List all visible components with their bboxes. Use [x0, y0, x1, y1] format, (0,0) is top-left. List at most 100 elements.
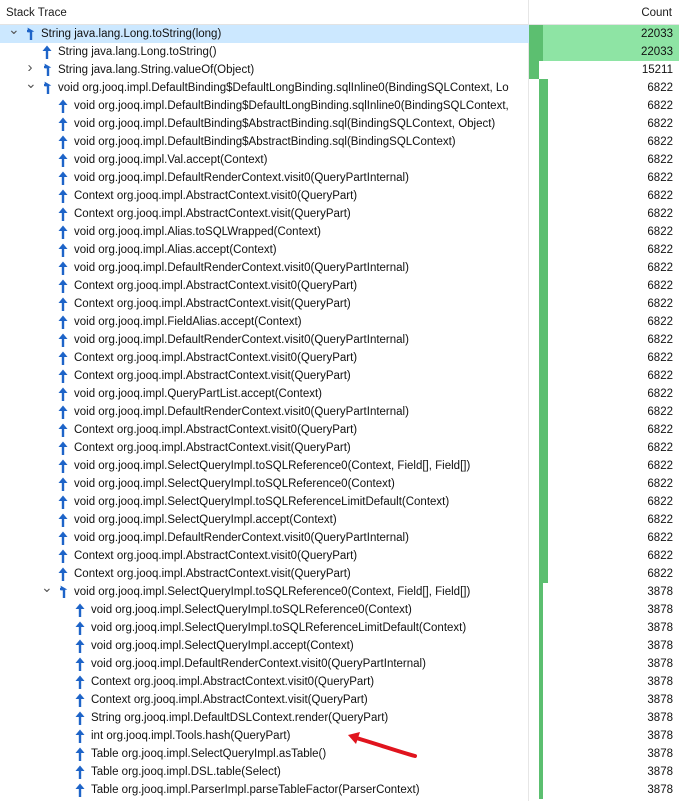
tree-row[interactable]: void org.jooq.impl.SelectQueryImpl.accep… [0, 511, 679, 529]
count-bar-dark [539, 655, 543, 673]
method-signature: void org.jooq.impl.DefaultRenderContext.… [74, 334, 409, 346]
tree-row[interactable]: Context org.jooq.impl.AbstractContext.vi… [0, 421, 679, 439]
tree-row[interactable]: void org.jooq.impl.Alias.accept(Context)… [0, 241, 679, 259]
count-bar-dark [539, 367, 548, 385]
count-bar-dark [539, 241, 548, 259]
tree-row[interactable]: void org.jooq.impl.SelectQueryImpl.toSQL… [0, 619, 679, 637]
tree-row[interactable]: Table org.jooq.impl.ParserImpl.parseTabl… [0, 781, 679, 799]
stack-frame-cell: void org.jooq.impl.SelectQueryImpl.toSQL… [0, 601, 528, 619]
tree-row[interactable]: › String java.lang.String.valueOf(Object)… [0, 61, 679, 79]
count-cell: 6822 [529, 547, 679, 565]
tree-row[interactable]: ⌄ void org.jooq.impl.SelectQueryImpl.toSQ… [0, 583, 679, 601]
tree-row[interactable]: Context org.jooq.impl.AbstractContext.vi… [0, 187, 679, 205]
tree-row[interactable]: Context org.jooq.impl.AbstractContext.vi… [0, 277, 679, 295]
stack-frame-cell: void org.jooq.impl.Val.accept(Context) [0, 151, 528, 169]
count-cell: 6822 [529, 97, 679, 115]
tree-row[interactable]: ⌄ void org.jooq.impl.DefaultBinding$Defau… [0, 79, 679, 97]
tree-row[interactable]: void org.jooq.impl.SelectQueryImpl.toSQL… [0, 457, 679, 475]
method-signature: int org.jooq.impl.Tools.hash(QueryPart) [91, 730, 291, 742]
tree-row[interactable]: void org.jooq.impl.QueryPartList.accept(… [0, 385, 679, 403]
chevron-down-icon[interactable]: ⌄ [25, 79, 37, 90]
chevron-down-icon[interactable]: ⌄ [41, 583, 53, 594]
method-signature: void org.jooq.impl.QueryPartList.accept(… [74, 388, 322, 400]
count-value: 6822 [647, 298, 673, 310]
method-signature: void org.jooq.impl.SelectQueryImpl.toSQL… [74, 478, 395, 490]
count-cell: 6822 [529, 421, 679, 439]
count-value: 3878 [647, 784, 673, 796]
count-cell: 3878 [529, 601, 679, 619]
method-signature: void org.jooq.impl.DefaultBinding$Abstra… [74, 136, 456, 148]
tree-row[interactable]: void org.jooq.impl.FieldAlias.accept(Con… [0, 313, 679, 331]
count-value: 6822 [647, 460, 673, 472]
tree-row[interactable]: Context org.jooq.impl.AbstractContext.vi… [0, 295, 679, 313]
tree-row[interactable]: ⌄ String java.lang.Long.toString(long) 220… [0, 25, 679, 43]
tree-row[interactable]: void org.jooq.impl.DefaultRenderContext.… [0, 529, 679, 547]
method-signature: Table org.jooq.impl.ParserImpl.parseTabl… [91, 784, 420, 796]
stack-frame-cell: Table org.jooq.impl.SelectQueryImpl.asTa… [0, 745, 528, 763]
method-signature: void org.jooq.impl.FieldAlias.accept(Con… [74, 316, 302, 328]
count-value: 6822 [647, 190, 673, 202]
tree-row[interactable]: String java.lang.Long.toString() 22033 [0, 43, 679, 61]
tree-row[interactable]: Context org.jooq.impl.AbstractContext.vi… [0, 367, 679, 385]
tree-row[interactable]: void org.jooq.impl.DefaultRenderContext.… [0, 331, 679, 349]
count-cell: 6822 [529, 367, 679, 385]
tree-row[interactable]: Context org.jooq.impl.AbstractContext.vi… [0, 439, 679, 457]
tree-row[interactable]: Table org.jooq.impl.DSL.table(Select) 387… [0, 763, 679, 781]
tree-row[interactable]: void org.jooq.impl.SelectQueryImpl.toSQL… [0, 493, 679, 511]
method-signature: Context org.jooq.impl.AbstractContext.vi… [74, 370, 351, 382]
stack-frame-cell: void org.jooq.impl.DefaultRenderContext.… [0, 169, 528, 187]
tree-row[interactable]: Context org.jooq.impl.AbstractContext.vi… [0, 565, 679, 583]
count-column-header[interactable]: Count [641, 0, 672, 24]
count-value: 3878 [647, 730, 673, 742]
method-signature: void org.jooq.impl.DefaultRenderContext.… [74, 172, 409, 184]
count-value: 3878 [647, 748, 673, 760]
tree-row[interactable]: int org.jooq.impl.Tools.hash(QueryPart) 3… [0, 727, 679, 745]
stack-frame-cell: void org.jooq.impl.Alias.toSQLWrapped(Co… [0, 223, 528, 241]
tree-row[interactable]: Table org.jooq.impl.SelectQueryImpl.asTa… [0, 745, 679, 763]
tree-row[interactable]: Context org.jooq.impl.AbstractContext.vi… [0, 547, 679, 565]
tree-row[interactable]: void org.jooq.impl.Alias.toSQLWrapped(Co… [0, 223, 679, 241]
count-value: 6822 [647, 118, 673, 130]
count-cell: 6822 [529, 79, 679, 97]
tree-row[interactable]: void org.jooq.impl.SelectQueryImpl.toSQL… [0, 601, 679, 619]
tree-row[interactable]: void org.jooq.impl.SelectQueryImpl.toSQL… [0, 475, 679, 493]
stack-trace-column-header[interactable]: Stack Trace [6, 0, 67, 24]
count-bar-dark [529, 61, 539, 79]
tree-row[interactable]: void org.jooq.impl.DefaultBinding$Defaul… [0, 97, 679, 115]
tree-row[interactable]: Context org.jooq.impl.AbstractContext.vi… [0, 205, 679, 223]
tree-row[interactable]: void org.jooq.impl.DefaultRenderContext.… [0, 259, 679, 277]
count-bar-dark [539, 511, 548, 529]
arrow-up-icon [75, 639, 85, 653]
chevron-down-icon[interactable]: ⌄ [8, 25, 20, 36]
tree-row[interactable]: Context org.jooq.impl.AbstractContext.vi… [0, 349, 679, 367]
tree-row[interactable]: Context org.jooq.impl.AbstractContext.vi… [0, 673, 679, 691]
tree-row[interactable]: void org.jooq.impl.DefaultRenderContext.… [0, 169, 679, 187]
arrow-up-icon [75, 711, 85, 725]
count-value: 6822 [647, 388, 673, 400]
tree-row[interactable]: void org.jooq.impl.SelectQueryImpl.accep… [0, 637, 679, 655]
method-signature: Context org.jooq.impl.AbstractContext.vi… [74, 568, 351, 580]
tree-row[interactable]: void org.jooq.impl.DefaultRenderContext.… [0, 655, 679, 673]
tree-row[interactable]: void org.jooq.impl.Val.accept(Context) 68… [0, 151, 679, 169]
tree-row[interactable]: String org.jooq.impl.DefaultDSLContext.r… [0, 709, 679, 727]
stack-frame-cell: Context org.jooq.impl.AbstractContext.vi… [0, 277, 528, 295]
stack-frame-cell: Table org.jooq.impl.DSL.table(Select) [0, 763, 528, 781]
tree-row[interactable]: void org.jooq.impl.DefaultRenderContext.… [0, 403, 679, 421]
chevron-right-icon[interactable]: › [25, 61, 35, 75]
stack-frame-cell: ⌄ void org.jooq.impl.DefaultBinding$Defau… [0, 79, 528, 97]
stack-frame-cell: Context org.jooq.impl.AbstractContext.vi… [0, 349, 528, 367]
count-bar-dark [539, 475, 548, 493]
tree-row[interactable]: void org.jooq.impl.DefaultBinding$Abstra… [0, 133, 679, 151]
stack-frame-cell: › String java.lang.String.valueOf(Object) [0, 61, 528, 79]
arrow-up-icon [58, 153, 68, 167]
arrow-up-icon [58, 495, 68, 509]
tree-row[interactable]: void org.jooq.impl.DefaultBinding$Abstra… [0, 115, 679, 133]
count-bar-dark [539, 349, 548, 367]
count-value: 3878 [647, 622, 673, 634]
count-bar-dark [539, 403, 548, 421]
count-value: 15211 [641, 64, 673, 76]
tree-row[interactable]: Context org.jooq.impl.AbstractContext.vi… [0, 691, 679, 709]
arrow-up-icon [58, 279, 68, 293]
count-cell: 6822 [529, 457, 679, 475]
count-value: 6822 [647, 370, 673, 382]
